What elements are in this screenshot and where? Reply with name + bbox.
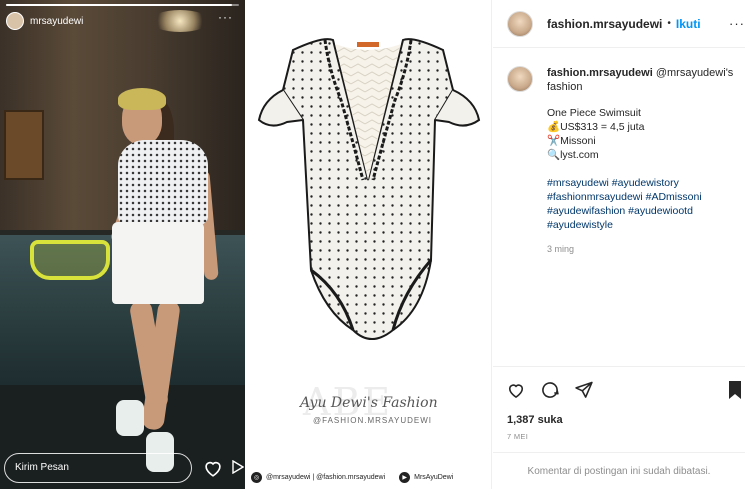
story-progress-fill — [6, 4, 232, 6]
caption-brand: ✂️Missoni — [547, 135, 596, 147]
story-progress-bar — [6, 4, 239, 6]
figure-headscarf — [118, 88, 166, 110]
caption-title: fashion.mrsayudewi @mrsayudewi's fashion — [547, 66, 739, 94]
more-icon[interactable]: ··· — [729, 16, 745, 31]
youtube-icon: ▶ — [399, 471, 411, 483]
figure-white-skirt — [112, 222, 204, 304]
share-icon[interactable] — [232, 459, 245, 477]
caption-mention[interactable]: @mrsayudewi — [656, 67, 726, 79]
caption-header: fashion.mrsayudewi @mrsayudewi's fashion — [507, 66, 739, 94]
credit-youtube: MrsAyuDewi — [414, 473, 454, 481]
post-image[interactable]: ABE Ayu Dewi's Fashion @FASHION.MRSAYUDE… — [245, 0, 492, 489]
post-panel: fashion.mrsayudewi • Ikuti ··· fashion.m… — [493, 0, 745, 489]
avatar[interactable] — [6, 12, 24, 30]
watermark-name: Ayu Dewi's Fashion — [300, 395, 438, 411]
figure-sandal — [116, 400, 144, 436]
credit-instagram: @mrsayudewi | @fashion.mrsayudewi — [266, 473, 386, 481]
heart-icon[interactable] — [202, 457, 224, 479]
caption-username[interactable]: fashion.mrsayudewi — [547, 67, 653, 79]
header-username[interactable]: fashion.mrsayudewi — [547, 17, 662, 31]
watermark-handle: @FASHION.MRSAYUDEWI — [313, 416, 432, 425]
story-reply-placeholder: Kirim Pesan — [15, 462, 69, 473]
bookmark-icon[interactable] — [723, 379, 745, 401]
image-credits: ◎ @mrsayudewi | @fashion.mrsayudewi ▶ Mr… — [245, 465, 492, 489]
caption-item: One Piece Swimsuit — [547, 107, 641, 119]
story-username[interactable]: mrsayudewi — [30, 16, 83, 27]
caption-hashtags[interactable]: #mrsayudewi #ayudewistory #fashionmrsayu… — [547, 176, 739, 232]
post-caption: fashion.mrsayudewi @mrsayudewi's fashion… — [507, 66, 739, 254]
ceiling-light — [150, 10, 210, 32]
avatar[interactable] — [507, 66, 533, 92]
share-icon[interactable] — [573, 379, 595, 401]
heart-icon[interactable] — [505, 379, 527, 401]
instagram-icon: ◎ — [251, 471, 262, 483]
caption-gap — [547, 162, 739, 176]
avatar[interactable] — [507, 10, 533, 37]
swimsuit-illustration — [257, 38, 481, 340]
caption-body: One Piece Swimsuit 💰US$313 = 4,5 juta ✂️… — [547, 106, 739, 232]
caption-price: 💰US$313 = 4,5 juta — [547, 121, 645, 133]
post-actions — [493, 366, 745, 412]
wall-cabinet — [4, 110, 44, 180]
header-separator: • — [667, 18, 671, 29]
caption-shop: 🔍lyst.com — [547, 149, 599, 161]
comments-disabled-notice: Komentar di postingan ini sudah dibatasi… — [493, 452, 745, 489]
figure-polka-dot-top — [118, 140, 208, 225]
caption-time: 3 ming — [547, 244, 575, 254]
story-viewer[interactable]: mrsayudewi ··· Kirim Pesan — [0, 0, 245, 489]
follow-button[interactable]: Ikuti — [676, 17, 701, 31]
yellow-basket — [30, 240, 110, 280]
comment-icon[interactable] — [539, 379, 561, 401]
story-reply-input[interactable]: Kirim Pesan — [4, 453, 192, 483]
likes-count[interactable]: 1,387 suka — [507, 414, 563, 426]
post-header: fashion.mrsayudewi • Ikuti ··· — [493, 0, 745, 48]
post-date: 7 MEI — [507, 432, 529, 441]
more-icon[interactable]: ··· — [218, 10, 233, 24]
story-user[interactable]: mrsayudewi — [6, 12, 83, 30]
